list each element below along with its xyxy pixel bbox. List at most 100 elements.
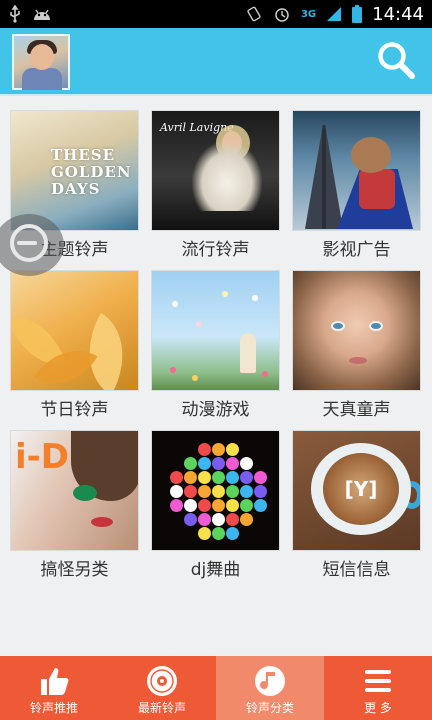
light-dot — [212, 443, 225, 456]
vibrate-icon — [245, 5, 263, 23]
light-dot — [226, 513, 239, 526]
light-dot — [240, 485, 253, 498]
category-label: 天真童声 — [322, 400, 391, 420]
dog-head-shape — [351, 137, 391, 173]
light-dot — [170, 471, 183, 484]
eye-shape — [331, 321, 345, 331]
light-dot — [254, 485, 267, 498]
network-type-label: 3G — [300, 8, 317, 20]
category-tile-dj[interactable]: dj舞曲 — [151, 430, 280, 590]
light-dot — [184, 485, 197, 498]
status-bar: 3G 14:44 — [0, 0, 432, 28]
avatar-body — [22, 68, 62, 90]
category-thumbnail: i-D — [10, 430, 139, 551]
record-icon — [145, 662, 179, 700]
nav-label: 铃声推推 — [29, 701, 78, 715]
artist-dress — [192, 141, 262, 211]
category-label: 节日铃声 — [40, 400, 109, 420]
nav-label: 最新铃声 — [137, 701, 186, 715]
avatar[interactable] — [12, 34, 70, 90]
category-label: 搞怪另类 — [40, 560, 109, 580]
eye-shape — [73, 485, 97, 501]
light-dot — [184, 513, 197, 526]
category-label: 流行铃声 — [181, 240, 250, 260]
category-label: dj舞曲 — [190, 560, 241, 580]
petal-shape — [170, 367, 176, 373]
search-button[interactable] — [374, 40, 418, 84]
battery-icon — [352, 5, 363, 23]
category-thumbnail — [151, 270, 280, 391]
signal-icon — [326, 6, 342, 22]
light-dot — [198, 485, 211, 498]
light-dot — [184, 471, 197, 484]
category-label: 影视广告 — [322, 240, 391, 260]
bottom-nav: 铃声推推 最新铃声 铃声分类 更 多 — [0, 656, 432, 720]
light-dot — [198, 443, 211, 456]
category-grid: THESE GOLDEN DAYS 主题铃声 Avril Lavigne 流行铃… — [10, 110, 422, 590]
alarm-icon — [273, 5, 291, 23]
petal-shape — [172, 301, 178, 307]
light-dot — [226, 527, 239, 540]
suit-shape — [359, 169, 395, 209]
light-dot — [212, 485, 225, 498]
nav-item-categories[interactable]: 铃声分类 — [216, 656, 324, 720]
light-dot — [198, 527, 211, 540]
category-tile-children[interactable]: 天真童声 — [292, 270, 421, 430]
light-dot — [254, 471, 267, 484]
petal-shape — [262, 371, 268, 377]
category-thumbnail — [292, 270, 421, 391]
light-dot — [226, 457, 239, 470]
light-dot — [212, 499, 225, 512]
light-dot — [170, 485, 183, 498]
category-thumbnail: [Y] — [292, 430, 421, 551]
nav-item-more[interactable]: 更 多 — [324, 656, 432, 720]
light-dot — [198, 499, 211, 512]
category-thumbnail — [10, 270, 139, 391]
light-dot — [212, 457, 225, 470]
category-thumbnail — [292, 110, 421, 231]
thumbs-up-icon — [37, 662, 71, 700]
light-dot — [184, 457, 197, 470]
category-tile-film-ads[interactable]: 影视广告 — [292, 110, 421, 270]
category-tile-pop[interactable]: Avril Lavigne 流行铃声 — [151, 110, 280, 270]
category-tile-sms[interactable]: [Y] 短信信息 — [292, 430, 421, 590]
light-dot — [226, 443, 239, 456]
thumbnail-text: THESE GOLDEN DAYS — [51, 146, 132, 198]
category-tile-quirky[interactable]: i-D 搞怪另类 — [10, 430, 139, 590]
light-dot — [240, 457, 253, 470]
petal-shape — [252, 295, 258, 301]
header-divider — [0, 94, 432, 96]
light-dot — [212, 471, 225, 484]
light-dot — [240, 471, 253, 484]
nav-item-recommend[interactable]: 铃声推推 — [0, 656, 108, 720]
category-tile-anime-games[interactable]: 动漫游戏 — [151, 270, 280, 430]
avatar-face — [30, 44, 54, 70]
category-tile-holiday[interactable]: 节日铃声 — [10, 270, 139, 430]
light-dot — [226, 485, 239, 498]
light-dot — [184, 499, 197, 512]
usb-icon — [8, 5, 22, 23]
light-dot — [254, 499, 267, 512]
eiffel-tower-shape — [305, 125, 343, 229]
search-icon — [375, 39, 417, 85]
petal-shape — [192, 375, 198, 381]
light-dot — [240, 499, 253, 512]
category-thumbnail — [151, 430, 280, 551]
light-dot — [212, 513, 225, 526]
lip-shape — [91, 517, 113, 527]
light-dot — [226, 471, 239, 484]
nav-item-latest[interactable]: 最新铃声 — [108, 656, 216, 720]
status-bar-right: 3G 14:44 — [245, 4, 424, 25]
status-bar-left — [8, 5, 52, 23]
nav-label: 铃声分类 — [245, 701, 294, 715]
thumbnail-text: i-D — [15, 437, 69, 477]
light-dot — [198, 513, 211, 526]
light-dot — [170, 499, 183, 512]
category-label: 动漫游戏 — [181, 400, 250, 420]
status-time: 14:44 — [372, 3, 424, 25]
light-dot — [240, 513, 253, 526]
light-dot — [198, 457, 211, 470]
light-dot — [226, 499, 239, 512]
back-arrow-icon — [7, 221, 51, 269]
light-dot — [198, 471, 211, 484]
